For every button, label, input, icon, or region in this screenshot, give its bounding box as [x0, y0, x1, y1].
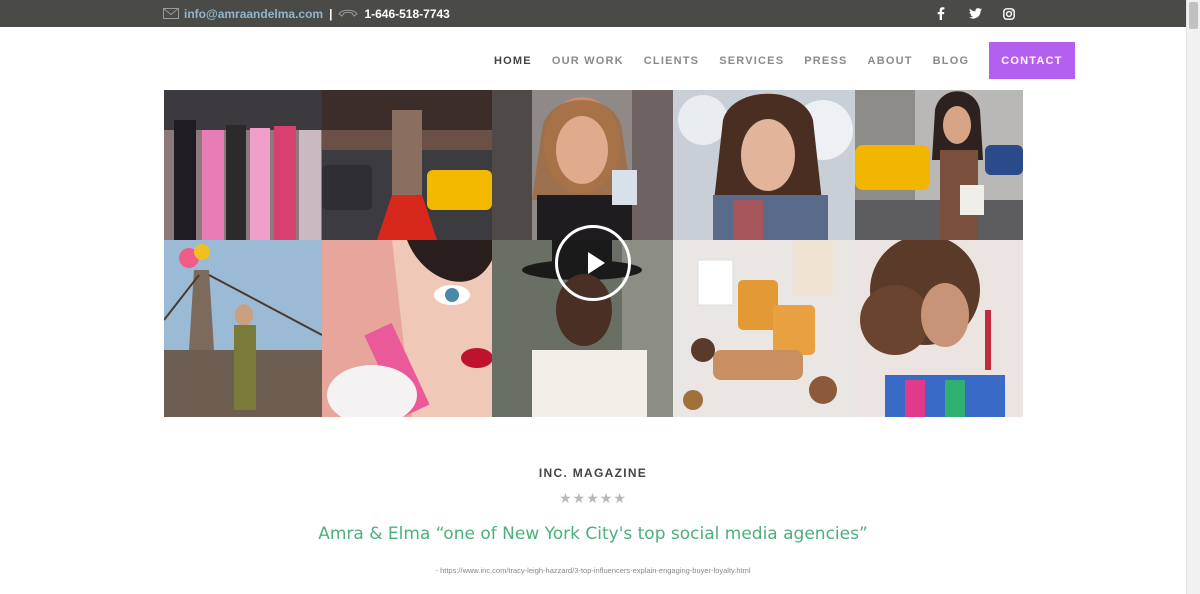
photo-makeup-closeup [322, 240, 492, 417]
social-links [930, 0, 1032, 27]
envelope-icon [163, 8, 179, 19]
scrollbar[interactable] [1186, 0, 1200, 594]
photo-fashion-group [164, 90, 322, 240]
photo-city-taxi [855, 90, 1023, 240]
nav-our-work[interactable]: OUR WORK [552, 55, 624, 67]
main-nav: HOME OUR WORK CLIENTS SERVICES PRESS ABO… [484, 42, 1075, 79]
phone-number[interactable]: 1-646-518-7743 [364, 7, 449, 21]
press-quote: Amra & Elma “one of New York City's top … [318, 524, 868, 544]
nav-blog[interactable]: BLOG [933, 55, 970, 67]
photo-brooklyn-bridge [164, 240, 322, 417]
contact-button[interactable]: CONTACT [989, 42, 1075, 79]
play-icon[interactable] [555, 225, 631, 301]
top-bar: info@amraandelma.com | 1-646-518-7743 [0, 0, 1186, 27]
instagram-icon[interactable] [998, 0, 1020, 27]
photo-curly-hair [855, 240, 1023, 417]
separator: | [329, 6, 333, 21]
photo-winter-woman [673, 90, 855, 240]
nav-home[interactable]: HOME [494, 55, 532, 67]
twitter-icon[interactable] [964, 0, 986, 27]
press-title: INC. MAGAZINE [538, 466, 648, 480]
source-link[interactable]: - https://www.inc.com/tracy-leigh-hazzar… [0, 566, 1186, 575]
scrollbar-thumb[interactable] [1189, 2, 1198, 29]
phone-icon [338, 9, 359, 17]
email-link[interactable]: info@amraandelma.com [184, 7, 323, 21]
rating-stars: ★★★★★ [559, 490, 627, 506]
photo-woman-snack [492, 90, 673, 240]
nav-clients[interactable]: CLIENTS [644, 55, 699, 67]
nav-services[interactable]: SERVICES [719, 55, 784, 67]
facebook-icon[interactable] [930, 0, 952, 27]
contact-info: info@amraandelma.com | 1-646-518-7743 [163, 0, 450, 27]
photo-tea-snacks [673, 240, 855, 417]
nav-about[interactable]: ABOUT [868, 55, 913, 67]
nav-press[interactable]: PRESS [804, 55, 847, 67]
photo-street-olay [322, 90, 492, 240]
